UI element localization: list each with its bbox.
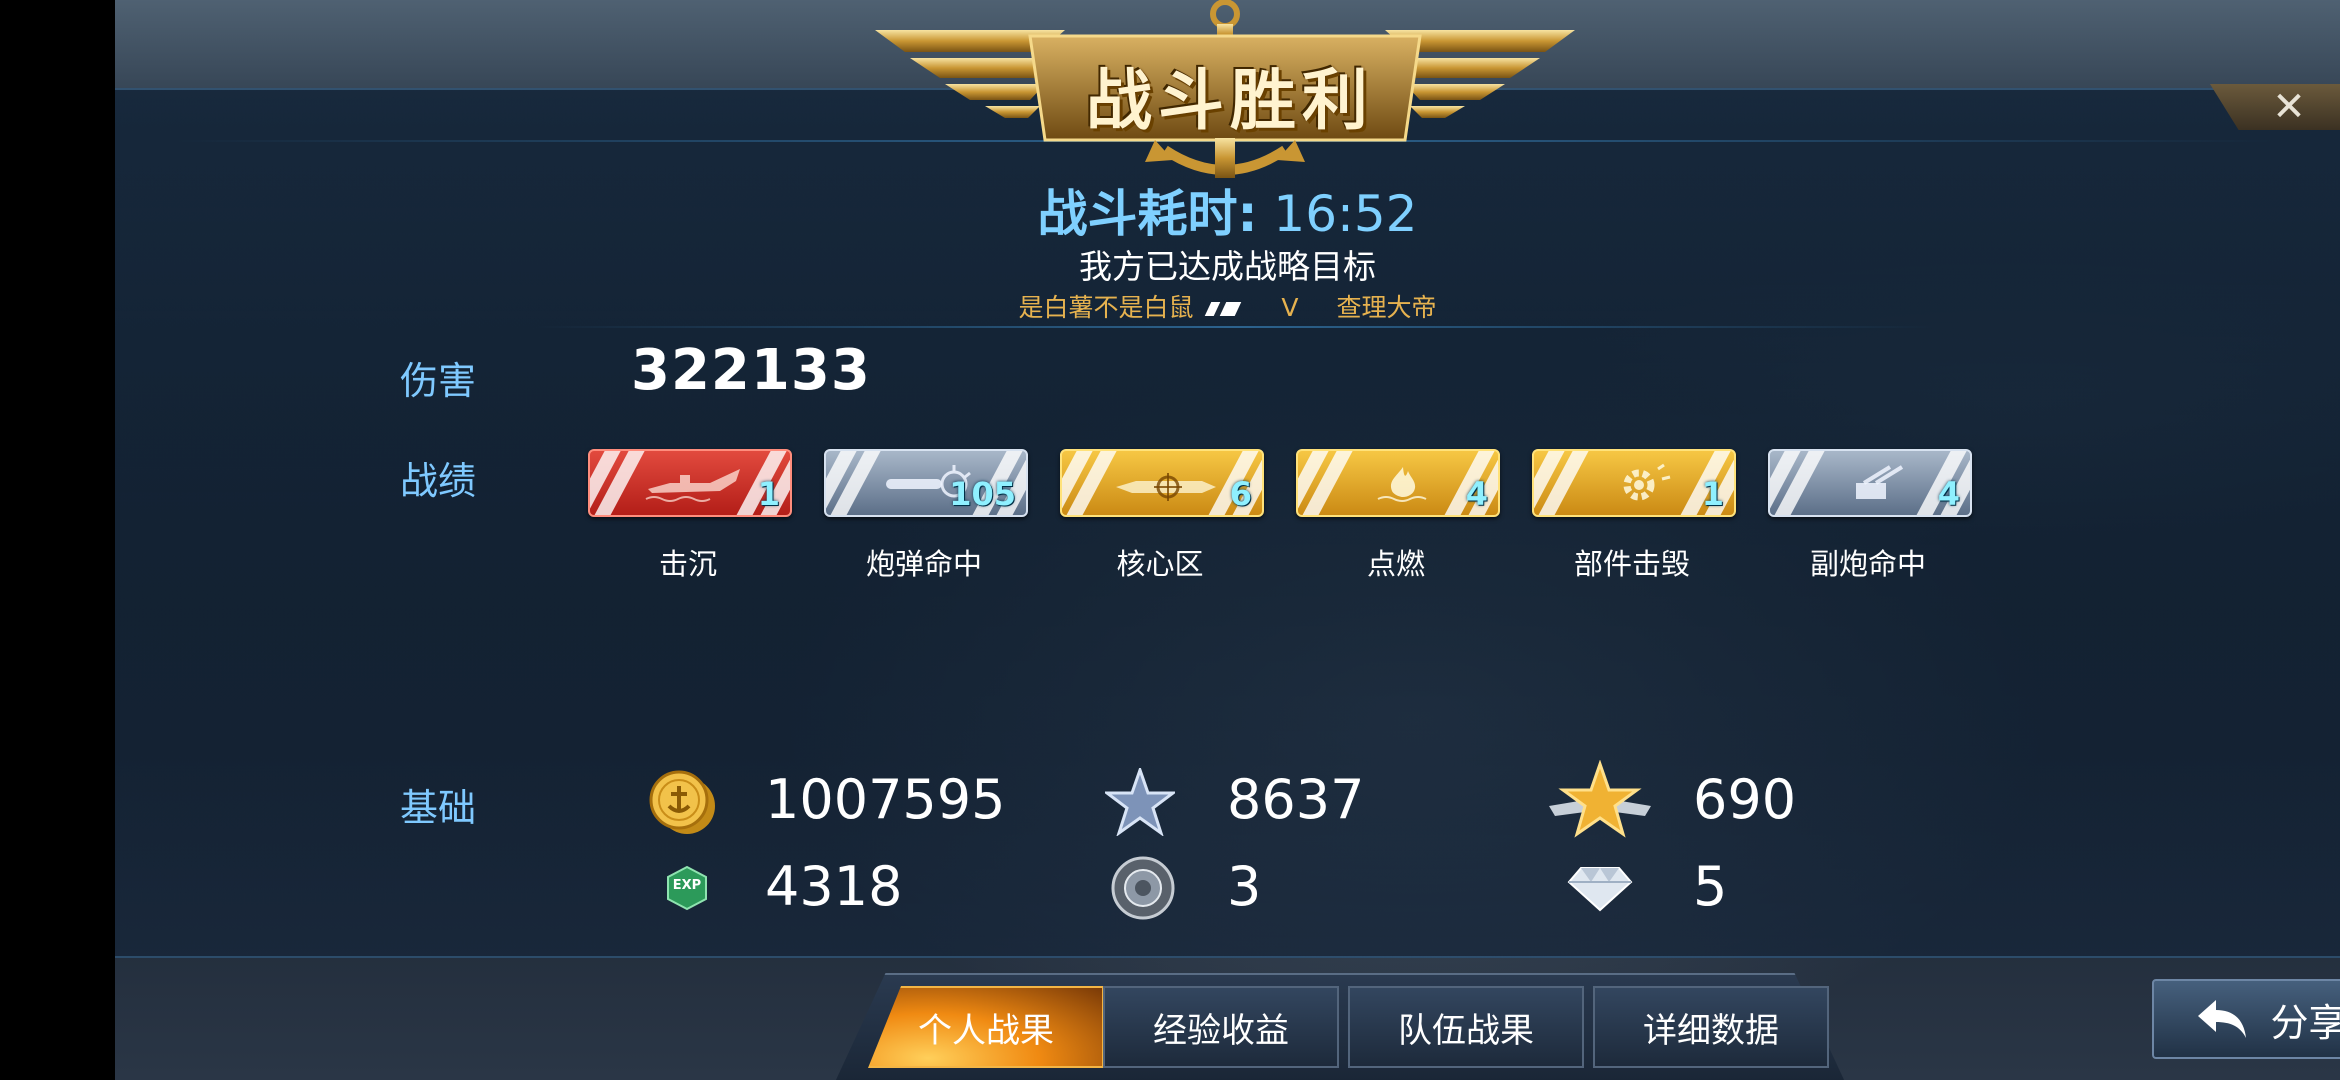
- badge-sunk[interactable]: 1: [588, 449, 792, 517]
- badge-module-destroyed[interactable]: 1: [1532, 449, 1736, 517]
- share-arrow-icon: [2198, 1000, 2247, 1038]
- tab-team-results[interactable]: 队伍战果: [1348, 986, 1584, 1068]
- citadel-icon: [1116, 473, 1216, 501]
- badge-label-fire: 点燃: [1366, 547, 1425, 581]
- victory-title: 战斗胜利: [1086, 62, 1374, 139]
- badge-count: 1: [757, 475, 780, 513]
- damage-value: 322133: [631, 338, 871, 403]
- battle-result-screen: 战斗胜利 ✕ 战斗耗时: 16:52 我方已达成战略目标 是白薯不是白鼠 V 查…: [115, 0, 2340, 1080]
- steel-orb-icon: [1111, 856, 1175, 920]
- badge-count: 6: [1229, 475, 1252, 513]
- steel-value: 3: [1227, 855, 1262, 918]
- badge-secondary-gun[interactable]: 4: [1768, 449, 1972, 517]
- gold-star-rank-icon: [1549, 760, 1651, 838]
- tab-personal-results[interactable]: 个人战果: [868, 986, 1104, 1068]
- gold-coin-icon: [649, 770, 715, 834]
- exp-value: 4318: [765, 855, 903, 918]
- badge-label-shell-hit: 炮弹命中: [865, 547, 982, 581]
- exp-icon: EXP: [664, 865, 710, 911]
- player-mid-text: V: [1281, 293, 1299, 322]
- secondary-gun-icon: [1856, 465, 1904, 499]
- badge-label-secondary-gun: 副炮命中: [1809, 547, 1926, 581]
- rank-value: 690: [1693, 768, 1797, 831]
- tab-experience[interactable]: 经验收益: [1103, 986, 1339, 1068]
- battle-time: 战斗耗时: 16:52: [115, 174, 2340, 246]
- module-destroyed-icon: [1623, 463, 1671, 501]
- tab-detailed-data[interactable]: 详细数据: [1593, 986, 1829, 1068]
- record-label: 战绩: [400, 459, 477, 503]
- player-line: 是白薯不是白鼠 V 查理大帝: [115, 288, 2340, 324]
- share-button[interactable]: 分享: [2152, 979, 2340, 1059]
- badge-shell-hit[interactable]: 105: [824, 449, 1028, 517]
- exp-icon-text: EXP: [672, 878, 702, 893]
- player-left-name: 是白薯不是白鼠: [1018, 293, 1194, 322]
- divider-line: [535, 326, 1935, 328]
- star-value: 8637: [1227, 768, 1365, 831]
- versus-icon: [1204, 302, 1241, 316]
- badge-label-citadel: 核心区: [1116, 547, 1204, 581]
- share-label: 分享: [2270, 1000, 2340, 1045]
- badge-fire[interactable]: 4: [1296, 449, 1500, 517]
- badge-count: 1: [1701, 475, 1724, 513]
- badge-count: 4: [1465, 475, 1488, 513]
- badge-count: 105: [949, 475, 1016, 513]
- badge-citadel[interactable]: 6: [1060, 449, 1264, 517]
- badge-label-sunk: 击沉: [658, 547, 717, 581]
- player-right-name: 查理大帝: [1336, 293, 1437, 322]
- badge-label-module-destroyed: 部件击毁: [1573, 547, 1690, 581]
- diamond-value: 5: [1693, 855, 1728, 918]
- battle-time-value: 16:52: [1273, 185, 1418, 243]
- fire-icon: [1377, 467, 1427, 502]
- sunk-ship-icon: [645, 469, 740, 502]
- close-icon: ✕: [2272, 84, 2306, 130]
- battle-time-label: 战斗耗时:: [1037, 185, 1258, 243]
- damage-label: 伤害: [400, 359, 477, 403]
- objective-text: 我方已达成战略目标: [1079, 247, 1376, 286]
- silver-star-icon: [1105, 768, 1175, 836]
- base-label: 基础: [400, 786, 477, 830]
- coin-value: 1007595: [765, 768, 1006, 831]
- diamond-icon: [1567, 867, 1633, 912]
- badge-count: 4: [1937, 475, 1960, 513]
